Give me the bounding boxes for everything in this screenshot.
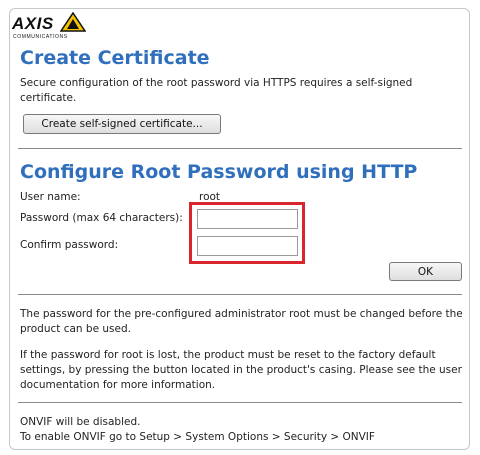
confirm-password-label: Confirm password:	[20, 239, 119, 251]
divider	[18, 148, 462, 149]
divider	[18, 402, 462, 403]
create-certificate-button[interactable]: Create self-signed certificate...	[23, 114, 221, 134]
logo-triangle-icon	[60, 12, 86, 32]
onvif-enable-hint: To enable ONVIF go to Setup > System Opt…	[20, 431, 375, 443]
axis-logo: AXIS COMMUNICATIONS	[12, 10, 102, 42]
certificate-description: Secure configuration of the root passwor…	[20, 77, 413, 104]
username-label: User name:	[20, 191, 81, 203]
onvif-disabled-text: ONVIF will be disabled.	[20, 416, 141, 428]
divider	[18, 294, 462, 295]
logo-brand: AXIS	[12, 14, 54, 33]
configure-password-title: Configure Root Password using HTTP	[20, 161, 418, 183]
ok-button[interactable]: OK	[389, 262, 462, 281]
change-password-note: The password for the pre-configured admi…	[20, 308, 463, 335]
password-fields-highlight	[189, 202, 305, 264]
create-certificate-title: Create Certificate	[20, 47, 210, 69]
password-label: Password (max 64 characters):	[20, 212, 183, 224]
lost-password-note: If the password for root is lost, the pr…	[20, 349, 462, 391]
logo-tagline: COMMUNICATIONS	[13, 34, 68, 40]
